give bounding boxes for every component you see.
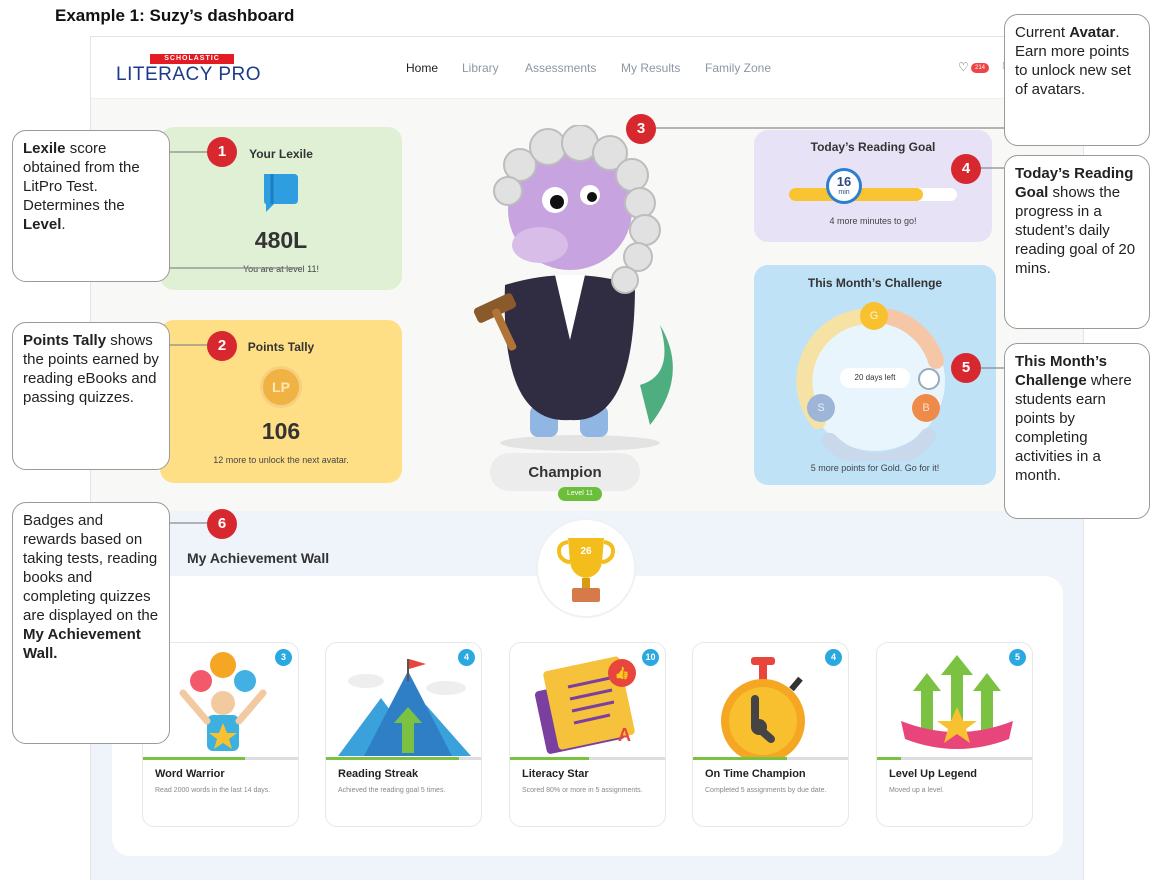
bronze-medal-icon: B bbox=[912, 394, 940, 422]
achievement-description: Completed 5 assignments by due date. bbox=[705, 787, 827, 794]
callout-avatar-bold: Avatar bbox=[1069, 24, 1116, 41]
svg-text:A: A bbox=[618, 725, 631, 745]
callout-avatar-text-0: Current bbox=[1015, 24, 1070, 41]
nav-assessments[interactable]: Assessments bbox=[525, 61, 596, 75]
heart-count-badge: 214 bbox=[971, 63, 989, 73]
lexile-level-text: You are at level 11! bbox=[242, 264, 320, 274]
lexile-badge-icon bbox=[264, 174, 298, 212]
callout-number-2: 2 bbox=[207, 331, 237, 361]
lexile-title: Your Lexile bbox=[249, 147, 313, 161]
achievement-name: Reading Streak bbox=[338, 768, 419, 780]
achievement-name: On Time Champion bbox=[705, 768, 806, 780]
achievement-card-literacy-star[interactable]: 👍 A 10 Literacy Star Scored 80% or more … bbox=[509, 642, 666, 827]
heart-icon[interactable]: ♡ bbox=[958, 60, 969, 74]
achievement-description: Achieved the reading goal 5 times. bbox=[338, 787, 446, 794]
points-tally-card[interactable]: Points Tally LP 106 12 more to unlock th… bbox=[160, 320, 402, 483]
callout-reading-goal: Today’s Reading Goal shows the progress … bbox=[1004, 155, 1150, 329]
callout-number-4: 4 bbox=[951, 154, 981, 184]
achievement-name: Literacy Star bbox=[522, 768, 589, 780]
trophy-icon bbox=[557, 538, 615, 602]
reading-goal-timer: 16 min bbox=[826, 168, 862, 204]
callout-achievement-wall: Badges and rewards based on taking tests… bbox=[12, 502, 170, 744]
achievement-description: Moved up a level. bbox=[889, 787, 944, 794]
reading-goal-unit: min bbox=[838, 189, 850, 196]
points-note: 12 more to unlock the next avatar. bbox=[213, 455, 349, 465]
achievement-name: Word Warrior bbox=[155, 768, 225, 780]
scholastic-logo: SCHOLASTIC bbox=[150, 54, 234, 64]
achievement-name: Level Up Legend bbox=[889, 768, 978, 780]
achievement-count-badge: 5 bbox=[1009, 649, 1026, 666]
lp-coin-icon: LP bbox=[260, 366, 302, 408]
literacy-pro-logo[interactable]: LITERACY PRO bbox=[116, 64, 261, 86]
achievement-progress bbox=[877, 757, 901, 760]
achievement-card-on-time-champion[interactable]: 4 On Time Champion Completed 5 assignmen… bbox=[692, 642, 849, 827]
nav-my-results[interactable]: My Results bbox=[621, 61, 680, 75]
reading-goal-card[interactable]: Today’s Reading Goal 16 min 4 more minut… bbox=[754, 130, 992, 242]
callout-number-1: 1 bbox=[207, 137, 237, 167]
champion-avatar-image[interactable] bbox=[460, 125, 695, 455]
avatar-name: Champion bbox=[528, 464, 602, 481]
callout-lexile-text-2: . bbox=[61, 216, 66, 233]
achievement-description: Read 2000 words in the last 14 days. bbox=[155, 787, 271, 794]
nav-library[interactable]: Library bbox=[462, 61, 499, 75]
callout-lexile-bold-2: Level bbox=[23, 216, 62, 233]
achievement-card-reading-streak[interactable]: 4 Reading Streak Achieved the reading go… bbox=[325, 642, 482, 827]
page-title: Example 1: Suzy’s dashboard bbox=[55, 6, 295, 25]
callout-achievement-bold: My Achievement Wall. bbox=[23, 626, 141, 662]
achievement-description: Scored 80% or more in 5 assignments. bbox=[522, 787, 643, 794]
challenge-note: 5 more points for Gold. Go for it! bbox=[810, 463, 940, 473]
points-value: 106 bbox=[261, 418, 301, 444]
callout-points-bold: Points Tally bbox=[23, 332, 107, 349]
silver-medal-icon: S bbox=[807, 394, 835, 422]
reading-goal-note: 4 more minutes to go! bbox=[829, 216, 917, 226]
avatar-marker-icon bbox=[918, 368, 940, 390]
trophy-count: 26 bbox=[580, 546, 592, 557]
gold-medal-icon: G bbox=[860, 302, 888, 330]
callout-avatar: Current Avatar. Earn more points to unlo… bbox=[1004, 14, 1150, 146]
lexile-card[interactable]: Your Lexile 480L You are at level 11! bbox=[160, 127, 402, 290]
callout-lexile: Lexile score obtained from the LitPro Te… bbox=[12, 130, 170, 282]
callout-number-3: 3 bbox=[626, 114, 656, 144]
callout-lexile-bold: Lexile bbox=[23, 140, 66, 157]
callout-points: Points Tally shows the points earned by … bbox=[12, 322, 170, 470]
avatar-level-badge: Level 11 bbox=[558, 487, 602, 501]
achievement-count-badge: 3 bbox=[275, 649, 292, 666]
reading-goal-minutes: 16 bbox=[836, 174, 852, 189]
nav-home[interactable]: Home bbox=[406, 61, 438, 75]
achievement-progress bbox=[326, 757, 460, 760]
achievement-progress bbox=[143, 757, 246, 760]
days-left-pill: 20 days left bbox=[840, 368, 910, 388]
achievement-progress bbox=[693, 757, 788, 760]
callout-number-6: 6 bbox=[207, 509, 237, 539]
callout-monthly-challenge: This Month’s Challenge where students ea… bbox=[1004, 343, 1150, 519]
challenge-title: This Month’s Challenge bbox=[807, 276, 943, 290]
achievement-progress bbox=[510, 757, 589, 760]
lexile-score: 480L bbox=[254, 227, 308, 253]
nav-family-zone[interactable]: Family Zone bbox=[705, 61, 771, 75]
svg-text:👍: 👍 bbox=[615, 666, 630, 680]
achievement-count-badge: 4 bbox=[825, 649, 842, 666]
achievement-wall-title: My Achievement Wall bbox=[187, 550, 330, 566]
achievement-count-badge: 10 bbox=[642, 649, 659, 666]
callout-number-5: 5 bbox=[951, 353, 981, 383]
achievement-card-level-up-legend[interactable]: 5 Level Up Legend Moved up a level. bbox=[876, 642, 1033, 827]
achievement-count-badge: 4 bbox=[458, 649, 475, 666]
points-title: Points Tally bbox=[247, 340, 315, 354]
callout-achievement-text: Badges and rewards based on taking tests… bbox=[23, 512, 159, 624]
reading-goal-track bbox=[789, 188, 957, 201]
reading-goal-title: Today’s Reading Goal bbox=[810, 140, 936, 154]
